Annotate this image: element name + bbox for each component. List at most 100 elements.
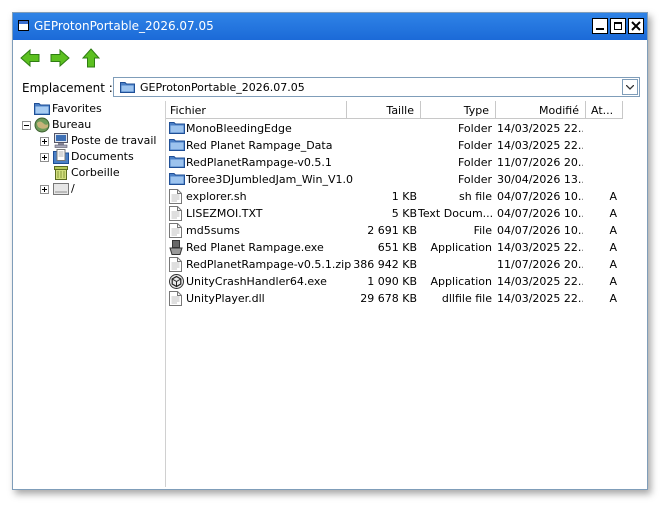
file-type: Application — [430, 241, 492, 254]
file-type: Text Docum... — [418, 207, 492, 220]
forward-arrow-icon[interactable] — [49, 47, 71, 69]
file-list: Fichier Taille Type Modifié At... MonoBl… — [166, 101, 646, 487]
desktop-globe-icon — [34, 117, 50, 133]
file-name: LISEZMOI.TXT — [186, 207, 263, 220]
file-type: File — [473, 224, 492, 237]
file-type: Folder — [458, 139, 492, 152]
file-size: 1 090 KB — [367, 275, 417, 288]
window-title: GEProtonPortable_2026.07.05 — [34, 19, 214, 33]
file-attributes: A — [609, 207, 617, 220]
tree-item-root[interactable]: / — [18, 181, 163, 197]
file-row[interactable]: Red Planet Rampage_Data Folder 14/03/202… — [166, 137, 646, 154]
documents-icon — [53, 149, 69, 164]
application-exe-icon — [169, 240, 183, 255]
unity-logo-icon — [169, 274, 184, 289]
column-header-name[interactable]: Fichier — [166, 101, 347, 119]
file-modified: 04/07/2026 10... — [497, 207, 583, 220]
file-size: 29 678 KB — [360, 292, 417, 305]
file-row[interactable]: RedPlanetRampage-v0.5.1 Folder 11/07/202… — [166, 154, 646, 171]
file-row[interactable]: LISEZMOI.TXT 5 KB Text Docum... 04/07/20… — [166, 205, 646, 222]
tree-item-label: Documents — [71, 150, 134, 163]
maximize-button[interactable] — [610, 18, 626, 34]
file-type: Application — [430, 275, 492, 288]
file-attributes: A — [609, 190, 617, 203]
file-name: RedPlanetRampage-v0.5.1.zip — [186, 258, 352, 271]
file-size: 1 KB — [391, 190, 417, 203]
file-type: Folder — [458, 156, 492, 169]
file-size: 5 KB — [391, 207, 417, 220]
file-type: Folder — [458, 173, 492, 186]
location-dropdown-button[interactable] — [622, 79, 638, 95]
column-header-modified[interactable]: Modifié — [496, 101, 586, 119]
file-size: 2 691 KB — [367, 224, 417, 237]
document-file-icon — [169, 257, 182, 272]
document-file-icon — [169, 291, 182, 306]
file-name: md5sums — [186, 224, 240, 237]
file-row[interactable]: RedPlanetRampage-v0.5.1.zip 386 942 KB 1… — [166, 256, 646, 273]
file-row[interactable]: Toree3DJumbledJam_Win_V1.0 Folder 30/04/… — [166, 171, 646, 188]
tree-item-documents[interactable]: Documents — [18, 149, 163, 165]
chevron-down-icon — [626, 85, 634, 90]
file-row[interactable]: UnityPlayer.dll 29 678 KB dllfile file 1… — [166, 290, 646, 307]
tree-item-bureau[interactable]: Bureau — [18, 117, 163, 133]
drive-icon — [53, 183, 69, 195]
minimize-button[interactable] — [592, 18, 608, 34]
folder-icon — [169, 173, 185, 185]
file-name: Toree3DJumbledJam_Win_V1.0 — [186, 173, 353, 186]
tree-item-label: Bureau — [52, 118, 92, 131]
folder-icon — [169, 156, 185, 168]
favorites-folder-icon — [34, 103, 50, 115]
file-name: UnityPlayer.dll — [186, 292, 265, 305]
file-modified: 14/03/2025 22... — [497, 241, 583, 254]
file-name: RedPlanetRampage-v0.5.1 — [186, 156, 332, 169]
tree-item-label: Favorites — [52, 102, 102, 115]
file-modified: 11/07/2026 20... — [497, 258, 583, 271]
file-row[interactable]: explorer.sh 1 KB sh file 04/07/2026 10..… — [166, 188, 646, 205]
computer-icon — [54, 133, 68, 148]
folder-tree: Favorites Bureau Poste de travail Docume… — [18, 101, 166, 487]
title-bar[interactable]: GEProtonPortable_2026.07.05 — [13, 13, 647, 40]
file-row[interactable]: UnityCrashHandler64.exe 1 090 KB Applica… — [166, 273, 646, 290]
toolbar — [13, 41, 647, 75]
up-arrow-icon[interactable] — [80, 47, 102, 69]
file-size: 386 942 KB — [353, 258, 417, 271]
file-row[interactable]: MonoBleedingEdge Folder 14/03/2025 22... — [166, 120, 646, 137]
column-header-attributes[interactable]: At... — [586, 101, 623, 119]
column-header-type[interactable]: Type — [421, 101, 496, 119]
file-modified: 04/07/2026 10... — [497, 224, 583, 237]
expand-toggle[interactable] — [40, 153, 49, 162]
tree-item-corbeille[interactable]: Corbeille — [18, 165, 163, 181]
expand-toggle[interactable] — [40, 137, 49, 146]
back-arrow-icon[interactable] — [19, 47, 41, 69]
folder-icon — [120, 82, 135, 93]
folder-icon — [169, 139, 185, 151]
file-modified: 30/04/2026 13... — [497, 173, 583, 186]
tree-item-favorites[interactable]: Favorites — [18, 101, 163, 117]
location-label: Emplacement : — [22, 81, 113, 95]
file-modified: 11/07/2026 20... — [497, 156, 583, 169]
file-modified: 14/03/2025 22... — [497, 275, 583, 288]
file-name: Red Planet Rampage.exe — [186, 241, 324, 254]
collapse-toggle[interactable] — [22, 121, 31, 130]
file-type: Folder — [458, 122, 492, 135]
column-header-size[interactable]: Taille — [347, 101, 421, 119]
close-button[interactable] — [628, 18, 644, 34]
document-file-icon — [169, 223, 182, 238]
file-row[interactable]: md5sums 2 691 KB File 04/07/2026 10... A — [166, 222, 646, 239]
file-type: sh file — [459, 190, 492, 203]
tree-item-poste-de-travail[interactable]: Poste de travail — [18, 133, 163, 149]
file-modified: 04/07/2026 10... — [497, 190, 583, 203]
file-attributes: A — [609, 275, 617, 288]
folder-icon — [169, 122, 185, 134]
file-row[interactable]: Red Planet Rampage.exe 651 KB Applicatio… — [166, 239, 646, 256]
document-file-icon — [169, 189, 182, 204]
file-size: 651 KB — [377, 241, 417, 254]
file-modified: 14/03/2025 22... — [497, 292, 583, 305]
file-attributes: A — [609, 292, 617, 305]
file-name: UnityCrashHandler64.exe — [186, 275, 327, 288]
file-type: dllfile file — [441, 292, 492, 305]
expand-toggle[interactable] — [40, 185, 49, 194]
location-combobox[interactable]: GEProtonPortable_2026.07.05 — [113, 77, 640, 97]
file-attributes: A — [609, 241, 617, 254]
location-value: GEProtonPortable_2026.07.05 — [140, 81, 305, 94]
